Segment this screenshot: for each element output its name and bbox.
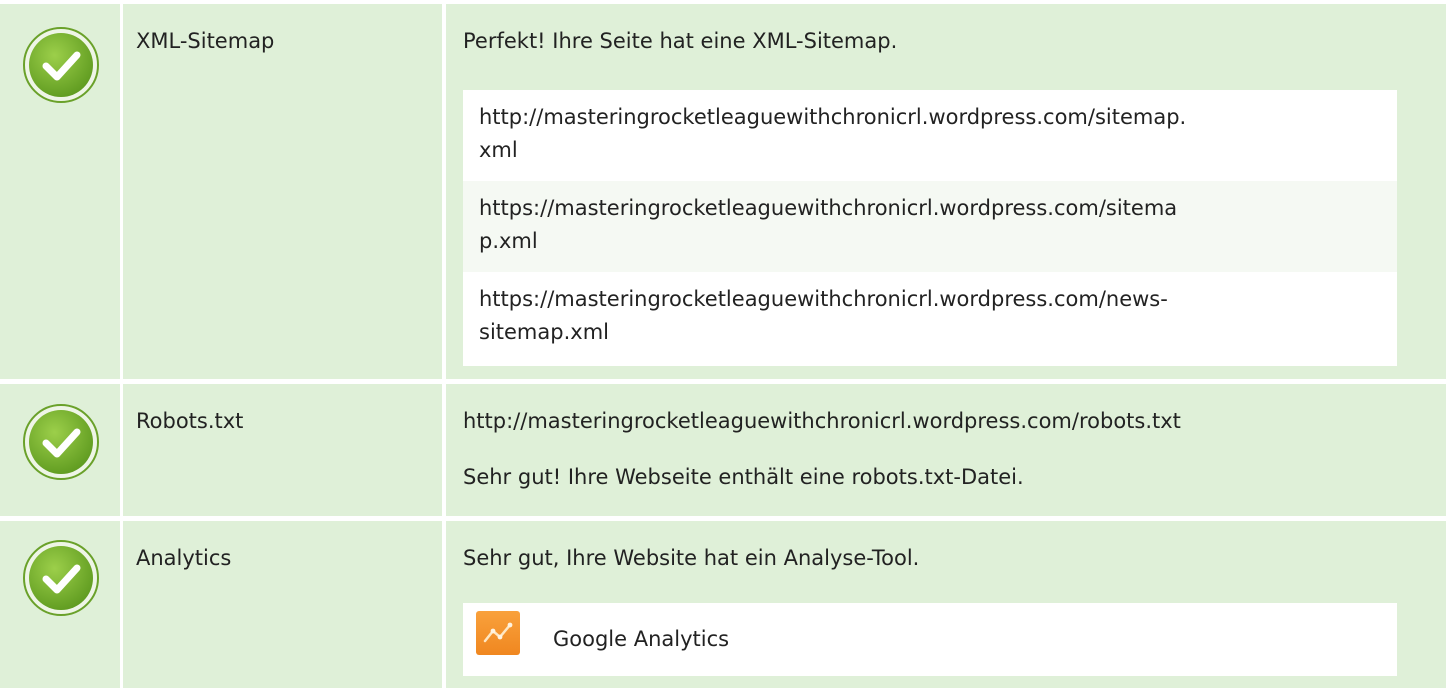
analytics-tool-name: Google Analytics [553,627,730,651]
result-cell: http://masteringrocketleaguewithchronicr… [446,384,1446,516]
analytics-tool-item: Google Analytics [463,603,1397,676]
seo-checks-table: XML-Sitemap Perfekt! Ihre Seite hat eine… [0,0,1446,688]
check-passed-icon [22,26,100,104]
result-message: Perfekt! Ihre Seite hat eine XML-Sitemap… [463,29,898,53]
status-cell [0,521,120,688]
sitemap-item: https://masteringrocketleaguewithchronic… [463,181,1397,272]
result-message: Sehr gut, Ihre Website hat ein Analyse-T… [463,546,920,570]
sitemap-url-line: https://masteringrocketleaguewithchronic… [479,196,1178,220]
sitemap-item: http://masteringrocketleaguewithchronicr… [463,90,1397,181]
check-row-robots-txt: Robots.txt http://masteringrocketleaguew… [0,384,1446,516]
robots-url: http://masteringrocketleaguewithchronicr… [463,409,1181,433]
sitemap-url-line: https://masteringrocketleaguewithchronic… [479,287,1168,311]
label-cell: Robots.txt [123,384,442,516]
result-cell: Perfekt! Ihre Seite hat eine XML-Sitemap… [446,4,1446,379]
check-label: Robots.txt [136,409,244,433]
check-passed-icon [22,403,100,481]
result-message: Sehr gut! Ihre Webseite enthält eine rob… [463,465,1024,489]
label-cell: XML-Sitemap [123,4,442,379]
check-row-analytics: Analytics Sehr gut, Ihre Website hat ein… [0,521,1446,688]
sitemap-url-line: xml [479,138,518,162]
sitemap-url-line: sitemap.xml [479,320,609,344]
check-label: Analytics [136,546,232,570]
label-cell: Analytics [123,521,442,688]
sitemap-url-line: p.xml [479,229,538,253]
google-analytics-icon [476,611,520,655]
sitemap-item: https://masteringrocketleaguewithchronic… [463,272,1397,366]
check-label: XML-Sitemap [136,29,275,53]
status-cell [0,384,120,516]
result-cell: Sehr gut, Ihre Website hat ein Analyse-T… [446,521,1446,688]
check-row-xml-sitemap: XML-Sitemap Perfekt! Ihre Seite hat eine… [0,4,1446,379]
sitemap-url-line: http://masteringrocketleaguewithchronicr… [479,105,1187,129]
status-cell [0,4,120,379]
check-passed-icon [22,539,100,617]
